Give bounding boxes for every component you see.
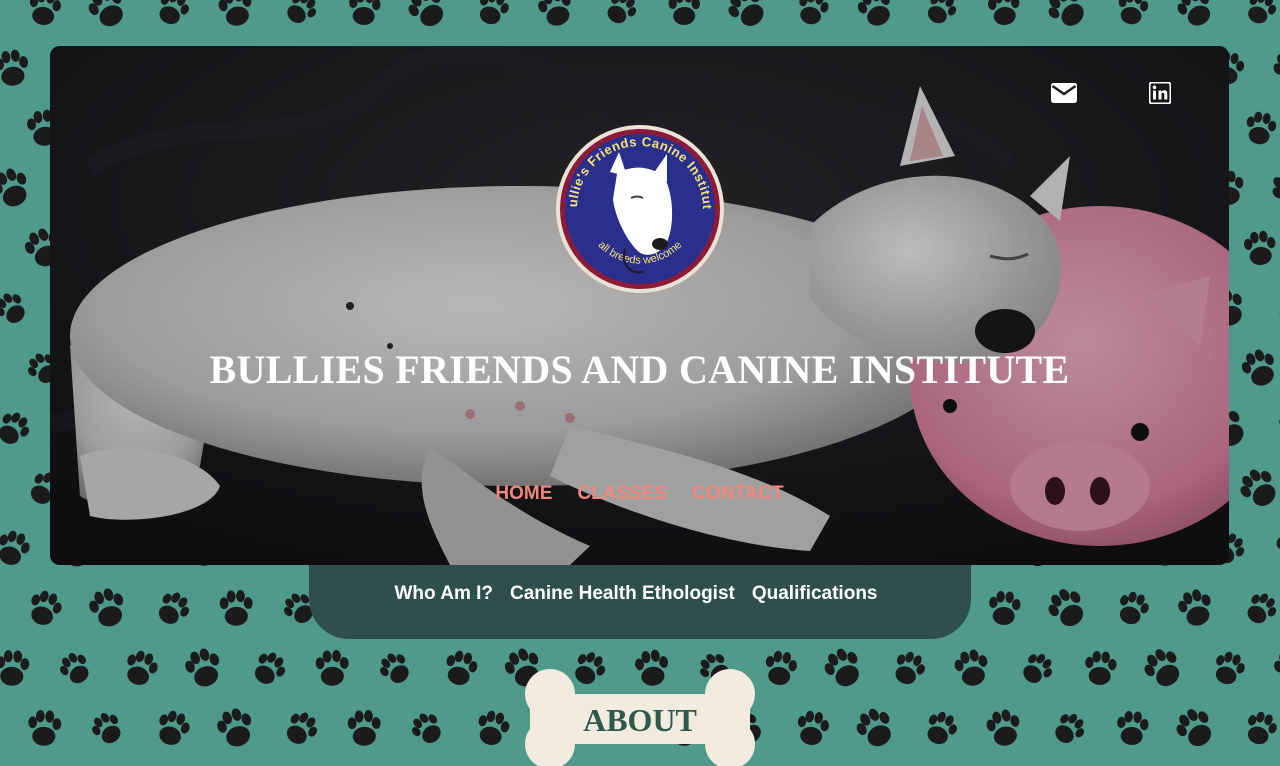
paw-print bbox=[921, 707, 962, 750]
paw-print bbox=[853, 0, 898, 31]
paw-print bbox=[1016, 648, 1059, 690]
paw-print bbox=[152, 707, 194, 750]
paw-print bbox=[1113, 588, 1153, 629]
paw-print bbox=[0, 527, 34, 570]
paw-print bbox=[473, 0, 513, 29]
paw-print bbox=[1241, 588, 1280, 630]
paw-print bbox=[1041, 0, 1093, 34]
paw-print bbox=[984, 706, 1025, 749]
paw-print bbox=[441, 648, 481, 689]
paw-print bbox=[1174, 585, 1218, 630]
paw-print bbox=[1172, 0, 1219, 32]
sub-nav-canine-health-ethologist[interactable]: Canine Health Ethologist bbox=[510, 583, 735, 605]
paw-print bbox=[668, 0, 701, 26]
paw-print bbox=[85, 584, 131, 632]
paw-print bbox=[794, 0, 832, 28]
paw-print bbox=[55, 647, 96, 689]
site-logo[interactable]: Bullie's Friends Canine Institute all br… bbox=[550, 112, 725, 294]
paw-print bbox=[1042, 582, 1093, 634]
paw-print bbox=[120, 647, 162, 690]
paw-print bbox=[219, 589, 254, 627]
nav-classes[interactable]: CLASSES bbox=[577, 483, 667, 505]
paw-print bbox=[83, 0, 132, 33]
paw-print bbox=[601, 0, 642, 30]
paw-print bbox=[1241, 0, 1280, 29]
hero-banner: Bullie's Friends Canine Institute all br… bbox=[50, 46, 1229, 565]
paw-print bbox=[1138, 642, 1189, 694]
paw-print bbox=[1209, 648, 1249, 689]
paw-print bbox=[1048, 708, 1091, 750]
sub-nav-who-am-i[interactable]: Who Am I? bbox=[395, 583, 494, 605]
paw-print bbox=[0, 48, 32, 88]
paw-print bbox=[1265, 162, 1280, 214]
sub-nav: Who Am I? Canine Health Ethologist Quali… bbox=[309, 558, 971, 639]
paw-print bbox=[280, 0, 323, 30]
paw-print bbox=[1270, 645, 1280, 690]
nav-contact[interactable]: CONTACT bbox=[692, 483, 783, 505]
paw-print bbox=[406, 707, 448, 750]
paw-print bbox=[986, 0, 1022, 27]
paw-print bbox=[181, 644, 227, 692]
linkedin-icon bbox=[1149, 82, 1171, 104]
paw-print bbox=[851, 703, 900, 753]
paw-print bbox=[988, 590, 1022, 626]
sub-nav-qualifications[interactable]: Qualifications bbox=[752, 583, 878, 605]
paw-print bbox=[1273, 288, 1280, 329]
paw-print bbox=[402, 0, 453, 34]
envelope-icon bbox=[1051, 83, 1077, 103]
paw-print bbox=[213, 704, 259, 752]
section-heading-about: ABOUT bbox=[583, 702, 697, 738]
paw-print bbox=[1243, 110, 1278, 147]
paw-print bbox=[1116, 710, 1150, 746]
paw-print bbox=[1170, 702, 1221, 754]
paw-print bbox=[87, 707, 128, 749]
paw-print bbox=[374, 647, 416, 690]
nav-home[interactable]: HOME bbox=[495, 483, 552, 505]
paw-print bbox=[1233, 462, 1280, 514]
paw-print bbox=[248, 647, 291, 691]
paw-print bbox=[0, 707, 4, 751]
paw-print bbox=[348, 0, 382, 26]
paw-print bbox=[216, 0, 257, 29]
paw-print bbox=[762, 649, 799, 688]
paw-print bbox=[153, 0, 194, 30]
paw-print bbox=[26, 0, 63, 28]
paw-print bbox=[0, 407, 35, 451]
paw-print bbox=[1274, 409, 1280, 448]
paw-print bbox=[889, 647, 930, 690]
paw-print bbox=[819, 643, 868, 693]
paw-print bbox=[27, 709, 62, 747]
linkedin-link[interactable] bbox=[1147, 80, 1173, 106]
paw-print bbox=[1242, 229, 1278, 267]
paw-print bbox=[0, 107, 3, 150]
about-bone-badge: ABOUT bbox=[524, 668, 756, 766]
paw-print bbox=[1115, 0, 1150, 27]
paw-print bbox=[1268, 44, 1280, 92]
paw-print bbox=[1276, 530, 1280, 566]
paw-print bbox=[0, 287, 32, 330]
paw-print bbox=[721, 0, 773, 34]
paw-print bbox=[347, 709, 382, 747]
paw-print bbox=[280, 707, 323, 751]
paw-print bbox=[0, 649, 30, 687]
site-title: BULLIES FRIENDS AND CANINE INSTITUTE bbox=[209, 347, 1070, 392]
paw-print bbox=[24, 587, 66, 630]
paw-print bbox=[1237, 345, 1280, 391]
paw-print bbox=[315, 649, 350, 687]
paw-print bbox=[152, 587, 195, 631]
paw-print bbox=[921, 0, 962, 29]
paw-print bbox=[0, 163, 35, 212]
paw-print bbox=[794, 709, 831, 748]
paw-print bbox=[534, 0, 578, 30]
paw-print bbox=[0, 464, 3, 512]
main-nav: HOME CLASSES CONTACT bbox=[50, 483, 1229, 505]
paw-print bbox=[1084, 650, 1118, 686]
paw-print bbox=[952, 646, 993, 689]
paw-print bbox=[1241, 708, 1280, 749]
email-link[interactable] bbox=[1051, 80, 1077, 106]
paw-print bbox=[473, 708, 513, 749]
